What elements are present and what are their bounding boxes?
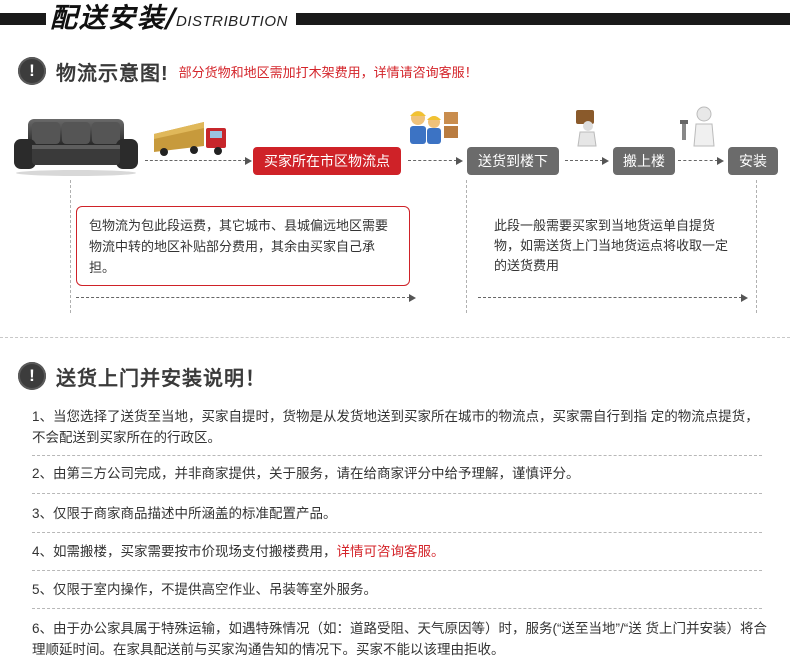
detail-right-vline: [756, 180, 757, 313]
header-banner: 配送安装/ DISTRIBUTION: [0, 0, 790, 38]
note-divider: [32, 608, 762, 609]
banner-bar-left: [0, 13, 46, 25]
workers-icon: [410, 111, 458, 144]
detail-arrow-left: [76, 294, 416, 302]
carry-upstairs-icon: [576, 110, 597, 147]
pickup-note: 此段一般需要买家到当地货运单自提货物，如需送货上门当地货运点将收取一定的送货费用: [494, 218, 729, 273]
section-note: 部分货物和地区需加打木架费用，详情请咨询客服！: [178, 64, 478, 80]
flow-arrow-3: [565, 157, 609, 165]
note-divider: [32, 455, 762, 456]
note-item-3: 3、仅限于商家商品描述中所涵盖的标准配置产品。: [32, 506, 337, 521]
note-divider: [32, 493, 762, 494]
section-title: 物流示意图!: [56, 62, 169, 85]
note-item-2: 2、由第三方公司完成，并非商家提供，关于服务，请在给商家评分中给予理解，谨慎评分…: [32, 466, 580, 481]
step-install: 安装: [728, 147, 778, 175]
detail-mid-vline: [466, 180, 467, 313]
flow-arrow-2: [408, 157, 463, 165]
section-title: 送货上门并安装说明！: [56, 367, 266, 390]
exclamation-icon: !: [18, 57, 46, 85]
flow-arrow-4: [678, 157, 724, 165]
step-deliver-downstairs: 送货到楼下: [467, 147, 559, 175]
detail-left-vline: [70, 180, 71, 313]
note-divider: [32, 532, 762, 533]
note-item-6: 6、由于办公家具属于特殊运输，如遇特殊情况（如：道路受阻、天气原因等）时，服务(…: [32, 621, 767, 657]
flow-arrow-1: [145, 157, 252, 165]
section-logistics-heading: ! 物流示意图! 部分货物和地区需加打木架费用，详情请咨询客服！: [18, 56, 478, 86]
note-divider: [32, 570, 762, 571]
banner-subtitle: DISTRIBUTION: [176, 13, 288, 30]
note-item-4: 4、如需搬楼，买家需要按市价现场支付搬楼费用，详情可咨询客服。: [32, 544, 445, 559]
section-separator: [0, 337, 790, 338]
step-carry-upstairs: 搬上楼: [613, 147, 675, 175]
note-item-1: 1、当您选择了送货至当地，买家自提时，货物是从发货地送到买家所在城市的物流点，买…: [32, 409, 759, 445]
logistics-fee-note: 包物流为包此段运费，其它城市、县城偏远地区需要物流中转的地区补贴部分费用，其余由…: [76, 206, 410, 286]
detail-arrow-right: [478, 294, 748, 302]
truck-icon: [154, 122, 226, 156]
installer-icon: [680, 106, 715, 147]
note-highlight: 详情可咨询客服。: [336, 544, 445, 559]
step-city-logistics: 买家所在市区物流点: [253, 147, 401, 175]
banner-title: 配送安装/: [50, 3, 178, 34]
exclamation-icon: !: [18, 362, 46, 390]
section-delivery-heading: ! 送货上门并安装说明！: [18, 361, 266, 391]
banner-bar-right: [296, 13, 790, 25]
note-item-5: 5、仅限于室内操作，不提供高空作业、吊装等室外服务。: [32, 582, 378, 597]
sofa-icon: [14, 119, 138, 176]
